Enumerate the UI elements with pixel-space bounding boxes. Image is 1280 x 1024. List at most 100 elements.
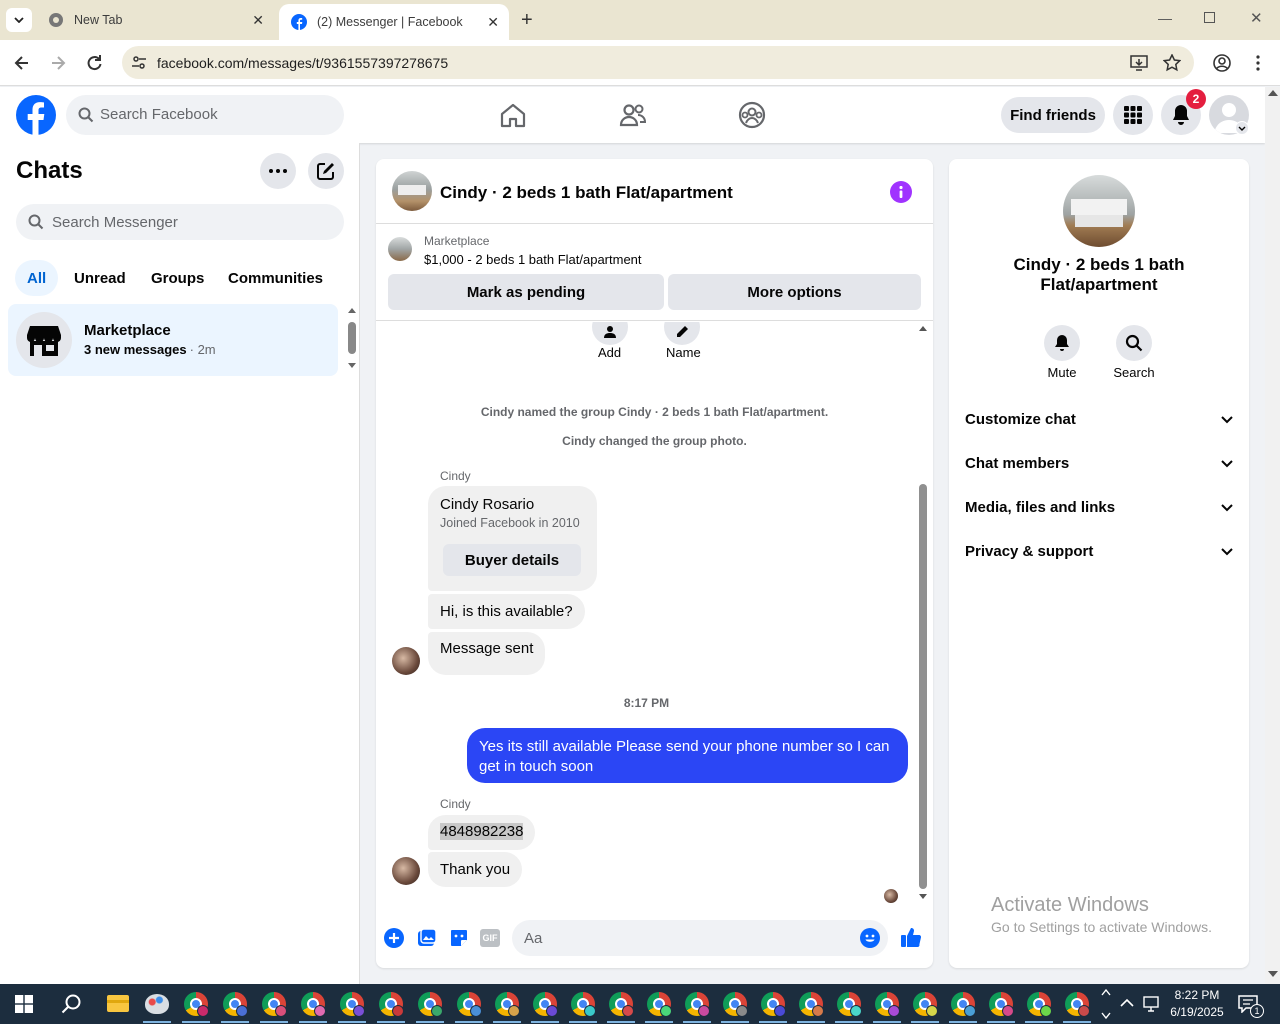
facebook-search-input[interactable]: Search Facebook	[66, 95, 344, 135]
sticker-icon[interactable]	[449, 928, 469, 948]
scroll-up-arrow-icon[interactable]	[348, 308, 356, 313]
chrome-taskbar-icon[interactable]	[607, 992, 635, 1023]
more-actions-plus-icon[interactable]	[384, 928, 404, 948]
message-scrollbar[interactable]	[917, 324, 929, 964]
chrome-taskbar-icon[interactable]	[911, 992, 939, 1023]
forward-arrow-icon[interactable]	[48, 53, 68, 73]
chrome-taskbar-icon[interactable]	[531, 992, 559, 1023]
restore-window-icon[interactable]	[1204, 12, 1215, 23]
show-hidden-icons-chevron-icon[interactable]	[1120, 998, 1134, 1008]
chrome-taskbar-icon[interactable]	[873, 992, 901, 1023]
friends-nav-icon[interactable]	[619, 102, 647, 128]
filter-all[interactable]: All	[15, 260, 59, 296]
file-explorer-icon[interactable]	[107, 995, 129, 1012]
taskbar-search-icon[interactable]	[61, 993, 83, 1015]
back-arrow-icon[interactable]	[12, 53, 32, 73]
add-people-action[interactable]	[592, 322, 628, 345]
more-options-button[interactable]: More options	[668, 274, 921, 310]
facebook-logo-icon[interactable]	[16, 95, 56, 135]
scroll-thumb[interactable]	[919, 484, 927, 889]
media-files-links-section[interactable]: Media, files and links	[965, 499, 1233, 516]
reload-icon[interactable]	[84, 53, 104, 73]
clock-date[interactable]: 6/19/2025	[1166, 1005, 1228, 1019]
chrome-taskbar-icon[interactable]	[645, 992, 673, 1023]
chat-members-section[interactable]: Chat members	[965, 455, 1233, 472]
chat-options-button[interactable]	[260, 153, 296, 189]
chrome-taskbar-icon[interactable]	[299, 992, 327, 1023]
listing-thumbnail[interactable]	[388, 237, 412, 261]
browser-menu-kebab-icon[interactable]	[1248, 53, 1268, 73]
chrome-taskbar-icon[interactable]	[835, 992, 863, 1023]
chrome-taskbar-icon[interactable]	[569, 992, 597, 1023]
message-bubble-incoming[interactable]: Thank you	[428, 852, 523, 887]
scroll-up-arrow-icon[interactable]	[1268, 90, 1278, 96]
chrome-taskbar-icon[interactable]	[949, 992, 977, 1023]
scroll-down-arrow-icon[interactable]	[919, 894, 927, 899]
page-scrollbar[interactable]	[1265, 87, 1280, 984]
gif-icon[interactable]: GIF	[480, 929, 500, 947]
scroll-up-arrow-icon[interactable]	[919, 326, 927, 331]
paint-app-icon[interactable]	[145, 994, 169, 1014]
name-group-action[interactable]	[664, 322, 700, 345]
mark-as-pending-button[interactable]: Mark as pending	[388, 274, 664, 310]
chrome-taskbar-icon[interactable]	[493, 992, 521, 1023]
scroll-thumb[interactable]	[348, 322, 356, 354]
menu-grid-button[interactable]	[1113, 95, 1153, 135]
minimize-window-icon[interactable]: —	[1158, 10, 1172, 26]
privacy-support-section[interactable]: Privacy & support	[965, 543, 1233, 560]
chrome-taskbar-icon[interactable]	[260, 992, 288, 1023]
message-bubble-incoming[interactable]: Hi, is this available?	[428, 594, 585, 629]
tab-new-tab[interactable]: New Tab ✕	[36, 0, 274, 40]
network-icon[interactable]	[1142, 996, 1160, 1012]
chrome-taskbar-icon[interactable]	[1063, 992, 1091, 1023]
groups-nav-icon[interactable]	[738, 101, 766, 129]
emoji-icon[interactable]	[860, 928, 880, 948]
chrome-taskbar-icon[interactable]	[987, 992, 1015, 1023]
message-bubble-outgoing[interactable]: Yes its still available Please send your…	[467, 728, 908, 783]
bookmark-star-icon[interactable]	[1163, 54, 1181, 72]
address-bar[interactable]: facebook.com/messages/t/9361557397278675	[122, 46, 1194, 79]
new-tab-plus-icon[interactable]: +	[521, 9, 533, 32]
message-bubble-incoming[interactable]: 4848982238	[428, 815, 536, 850]
find-friends-button[interactable]: Find friends	[1001, 97, 1105, 133]
chrome-taskbar-icon[interactable]	[377, 992, 405, 1023]
chrome-taskbar-icon[interactable]	[182, 992, 210, 1023]
buyer-details-button[interactable]: Buyer details	[443, 544, 581, 576]
filter-groups[interactable]: Groups	[139, 260, 216, 296]
scroll-down-arrow-icon[interactable]	[1268, 971, 1278, 977]
filter-unread[interactable]: Unread	[62, 260, 138, 296]
chrome-taskbar-icon[interactable]	[416, 992, 444, 1023]
chrome-taskbar-icon[interactable]	[683, 992, 711, 1023]
chat-list-scrollbar[interactable]	[346, 308, 358, 370]
site-settings-icon[interactable]	[131, 55, 147, 71]
close-tab-icon[interactable]: ✕	[487, 14, 499, 31]
close-window-icon[interactable]: ✕	[1250, 9, 1263, 27]
chrome-taskbar-icon[interactable]	[338, 992, 366, 1023]
mute-action[interactable]	[1044, 325, 1080, 361]
chrome-taskbar-icon[interactable]	[759, 992, 787, 1023]
profile-icon[interactable]	[1212, 53, 1232, 73]
group-photo-large[interactable]	[1063, 175, 1135, 247]
tab-messenger[interactable]: (2) Messenger | Facebook ✕	[279, 4, 509, 40]
chrome-taskbar-icon[interactable]	[797, 992, 825, 1023]
new-message-button[interactable]	[308, 153, 344, 189]
listing-summary[interactable]: $1,000 - 2 beds 1 bath Flat/apartment	[424, 252, 642, 267]
cindy-avatar[interactable]	[392, 857, 420, 885]
filter-communities[interactable]: Communities	[216, 260, 335, 296]
cindy-avatar[interactable]	[392, 647, 420, 675]
close-tab-icon[interactable]: ✕	[252, 12, 264, 29]
home-nav-icon[interactable]	[499, 102, 527, 128]
conversation-title[interactable]: Cindy · 2 beds 1 bath Flat/apartment	[440, 183, 733, 203]
chat-list-item[interactable]: Marketplace 3 new messages · 2m	[8, 304, 338, 376]
chrome-taskbar-icon[interactable]	[221, 992, 249, 1023]
messenger-search-input[interactable]: Search Messenger	[16, 204, 344, 240]
thumbs-up-like-icon[interactable]	[900, 926, 922, 948]
message-bubble-incoming[interactable]: Message sent	[428, 632, 546, 675]
message-input[interactable]: Aa	[512, 920, 888, 956]
windows-start-icon[interactable]	[15, 995, 33, 1013]
search-in-chat-action[interactable]	[1116, 325, 1152, 361]
account-chevron-icon[interactable]	[1235, 121, 1249, 135]
chrome-taskbar-icon[interactable]	[455, 992, 483, 1023]
conversation-info-button[interactable]	[890, 181, 912, 203]
clock-time[interactable]: 8:22 PM	[1172, 988, 1222, 1002]
